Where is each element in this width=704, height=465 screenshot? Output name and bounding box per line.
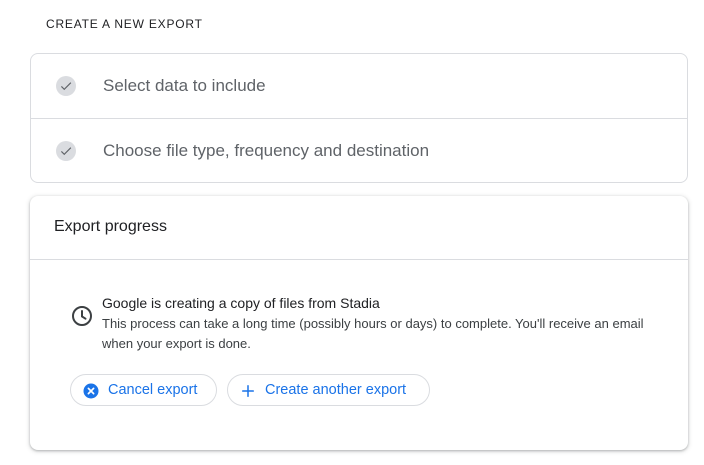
divider (30, 259, 688, 260)
step-select-data[interactable]: Select data to include (31, 54, 687, 118)
cancel-export-label: Cancel export (108, 382, 198, 398)
export-progress-card: Export progress Google is creating a cop… (30, 196, 688, 450)
export-page: CREATE A NEW EXPORT Select data to inclu… (0, 0, 704, 465)
step-label: Choose file type, frequency and destinat… (103, 141, 430, 160)
create-another-export-button[interactable]: Create another export (227, 374, 430, 406)
create-another-export-label: Create another export (265, 382, 407, 398)
plus-icon (239, 382, 257, 400)
cancel-icon (82, 382, 100, 400)
cancel-export-button[interactable]: Cancel export (70, 374, 217, 406)
progress-title: Export progress (54, 218, 167, 235)
step-choose-file-type[interactable]: Choose file type, frequency and destinat… (31, 119, 687, 183)
clock-icon (70, 304, 94, 328)
steps-card: Select data to include Choose file type,… (30, 53, 688, 183)
status-description: This process can take a long time (possi… (102, 316, 644, 351)
step-label: Select data to include (103, 76, 266, 95)
check-icon (56, 76, 76, 96)
check-icon (56, 141, 76, 161)
section-heading: CREATE A NEW EXPORT (46, 17, 203, 31)
status-title: Google is creating a copy of files from … (102, 295, 380, 311)
